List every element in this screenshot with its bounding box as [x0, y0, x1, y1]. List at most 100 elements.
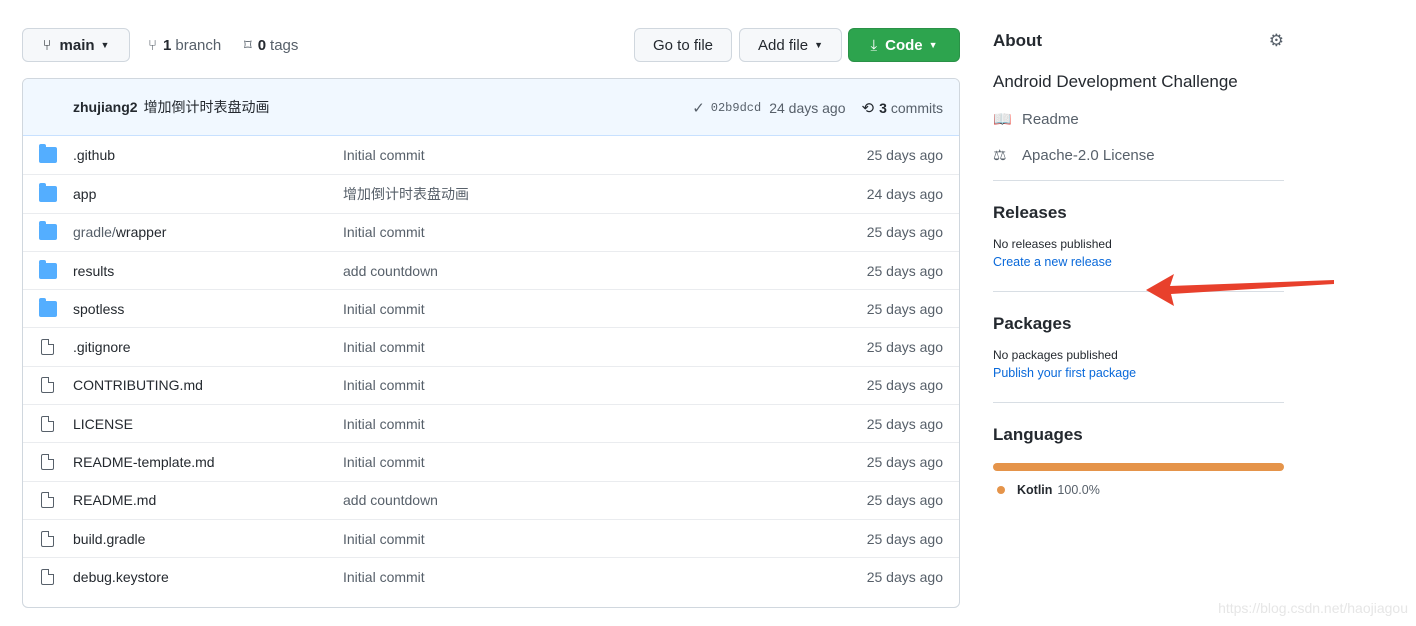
- language-name: Kotlin: [1017, 483, 1053, 497]
- readme-link[interactable]: 📖 Readme: [993, 110, 1284, 129]
- file-name-link[interactable]: gradle/wrapper: [73, 224, 166, 240]
- table-row[interactable]: LICENSE Initial commit 25 days ago: [23, 404, 959, 442]
- language-bar: [993, 463, 1284, 471]
- file-commit-message[interactable]: Initial commit: [343, 301, 425, 317]
- commit-sha[interactable]: 02b9dcd: [711, 101, 761, 115]
- file-name-link[interactable]: app: [73, 186, 96, 202]
- file-icon: [41, 530, 54, 547]
- file-commit-message[interactable]: Initial commit: [343, 454, 425, 470]
- file-name-link[interactable]: build.gradle: [73, 531, 145, 547]
- latest-commit-bar: zhujiang2 增加倒计时表盘动画 ✓ 02b9dcd 24 days ag…: [23, 79, 959, 136]
- table-row[interactable]: results add countdown 25 days ago: [23, 250, 959, 289]
- file-commit-age: 25 days ago: [866, 147, 943, 164]
- about-header: About ⚙: [993, 28, 1284, 54]
- gear-icon[interactable]: ⚙: [1269, 31, 1284, 51]
- table-row[interactable]: .gitignore Initial commit 25 days ago: [23, 327, 959, 365]
- license-link[interactable]: ⚖ Apache-2.0 License: [993, 146, 1284, 165]
- table-row[interactable]: README-template.md Initial commit 25 days …: [23, 442, 959, 480]
- file-name: results: [73, 262, 115, 279]
- file-commit-age: 24 days ago: [866, 185, 943, 202]
- file-name-link[interactable]: spotless: [73, 301, 124, 317]
- about-title: About: [993, 31, 1043, 50]
- file-name-link[interactable]: README-template.md: [73, 454, 215, 470]
- file-commit-age: 25 days ago: [866, 568, 943, 585]
- caret-down-icon: ▼: [100, 40, 110, 50]
- commit-count[interactable]: 3: [879, 100, 887, 116]
- file-commit-age: 25 days ago: [866, 224, 943, 241]
- branch-select-button[interactable]: ⑂ main ▼: [22, 28, 130, 62]
- file-commit-message[interactable]: Initial commit: [343, 224, 425, 240]
- file-commit-message[interactable]: Initial commit: [343, 569, 425, 585]
- file-name-link[interactable]: .github: [73, 147, 115, 163]
- file-commit-message[interactable]: Initial commit: [343, 416, 425, 432]
- file-commit-message[interactable]: add countdown: [343, 263, 438, 279]
- file-commit-message[interactable]: Initial commit: [343, 531, 425, 547]
- file-icon: [41, 492, 54, 509]
- language-item-kotlin[interactable]: Kotlin 100.0%: [993, 483, 1284, 497]
- file-list: zhujiang2 增加倒计时表盘动画 ✓ 02b9dcd 24 days ag…: [22, 78, 960, 608]
- file-commit-message[interactable]: Initial commit: [343, 147, 425, 163]
- create-release-link[interactable]: Create a new release: [993, 255, 1284, 269]
- file-name-link[interactable]: CONTRIBUTING.md: [73, 377, 203, 393]
- file-icon: [41, 415, 54, 432]
- branches-link[interactable]: ⑂ 1 branch: [148, 28, 221, 62]
- table-row[interactable]: .github Initial commit 25 days ago: [23, 136, 959, 174]
- git-branch-icon: ⑂: [148, 36, 158, 54]
- table-row[interactable]: build.gradle Initial commit 25 days ago: [23, 518, 959, 557]
- releases-empty-text: No releases published: [993, 237, 1112, 251]
- commit-message[interactable]: 增加倒计时表盘动画: [144, 97, 270, 117]
- law-icon: ⚖: [993, 147, 1007, 164]
- table-row[interactable]: gradle/wrapper Initial commit 25 days ago: [23, 212, 959, 251]
- table-row[interactable]: debug.keystore Initial commit 25 days ago: [23, 557, 959, 595]
- packages-title[interactable]: Packages: [993, 314, 1284, 334]
- packages-empty-text: No packages published: [993, 348, 1118, 362]
- file-name: LICENSE: [73, 415, 133, 432]
- file-name-link[interactable]: results: [73, 263, 114, 279]
- watermark: https://blog.csdn.net/haojiagou: [1218, 600, 1408, 616]
- file-name: build.gradle: [73, 530, 146, 547]
- releases-title[interactable]: Releases: [993, 203, 1284, 223]
- file-name-link[interactable]: README.md: [73, 492, 156, 508]
- license-label: Apache-2.0 License: [1022, 146, 1155, 164]
- go-to-file-button[interactable]: Go to file: [634, 28, 732, 62]
- file-name: .gitignore: [73, 339, 131, 356]
- readme-label: Readme: [1022, 110, 1079, 128]
- file-name-link[interactable]: .gitignore: [73, 339, 131, 355]
- table-row[interactable]: CONTRIBUTING.md Initial commit 25 days ago: [23, 365, 959, 404]
- file-commit-message[interactable]: Initial commit: [343, 339, 425, 355]
- code-label: Code: [885, 36, 923, 54]
- file-commit-age: 25 days ago: [866, 262, 943, 279]
- branch-count: 1: [163, 36, 172, 54]
- file-commit-message[interactable]: Initial commit: [343, 377, 425, 393]
- table-row[interactable]: spotless Initial commit 25 days ago: [23, 289, 959, 327]
- file-commit-age: 25 days ago: [866, 454, 943, 471]
- tag-icon: ⌑: [244, 37, 252, 54]
- add-file-label: Add file: [758, 36, 809, 54]
- file-rows: .github Initial commit 25 days ago app 增加倒计时…: [23, 136, 959, 596]
- file-name-link[interactable]: LICENSE: [73, 416, 133, 432]
- commit-word[interactable]: commits: [891, 100, 943, 116]
- commit-author[interactable]: zhujiang2: [73, 99, 138, 115]
- file-commit-age: 25 days ago: [866, 339, 943, 356]
- repo-toolbar: ⑂ main ▼ ⑂ 1 branch ⌑ 0 tags Go to file …: [22, 28, 960, 62]
- file-commit-message[interactable]: 增加倒计时表盘动画: [343, 184, 469, 204]
- branch-word: branch: [175, 36, 222, 54]
- commit-meta: ✓ 02b9dcd 24 days ago ⟲ 3 commits: [692, 79, 943, 136]
- folder-icon: [39, 297, 57, 317]
- file-name-link[interactable]: debug.keystore: [73, 569, 169, 585]
- code-button[interactable]: ⤓ Code ▼: [848, 28, 960, 62]
- publish-package-link[interactable]: Publish your first package: [993, 366, 1284, 380]
- table-row[interactable]: README.md add countdown 25 days ago: [23, 480, 959, 519]
- tags-link[interactable]: ⌑ 0 tags: [244, 28, 298, 62]
- file-commit-message[interactable]: add countdown: [343, 492, 438, 508]
- about-description: Android Development Challenge: [993, 72, 1238, 91]
- table-row[interactable]: app 增加倒计时表盘动画 24 days ago: [23, 174, 959, 212]
- folder-icon: [39, 221, 57, 241]
- git-branch-icon: ⑂: [42, 36, 52, 54]
- file-name: spotless: [73, 300, 125, 317]
- file-name: CONTRIBUTING.md: [73, 377, 203, 394]
- annotation-arrow-icon: [1146, 274, 1334, 306]
- file-icon: [41, 377, 54, 394]
- add-file-button[interactable]: Add file ▼: [739, 28, 842, 62]
- file-name: README.md: [73, 492, 157, 509]
